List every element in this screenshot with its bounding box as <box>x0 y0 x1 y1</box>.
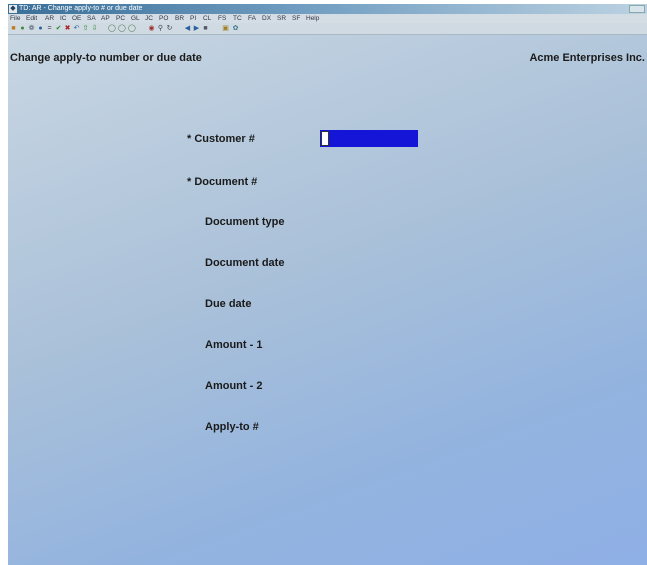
text-cursor <box>321 131 329 146</box>
menu-tc[interactable]: TC <box>233 14 242 23</box>
customer-label: * Customer # <box>187 133 255 145</box>
document-label: * Document # <box>187 176 258 188</box>
next-icon[interactable]: ▶ <box>193 25 200 32</box>
menu-dx[interactable]: DX <box>262 14 271 23</box>
refresh-icon[interactable]: ↻ <box>166 25 173 32</box>
screen-title: Change apply-to number or due date <box>10 52 202 64</box>
menu-cl[interactable]: CL <box>203 14 211 23</box>
menu-jc[interactable]: JC <box>145 14 153 23</box>
circle-icon[interactable]: ◯ <box>118 25 126 32</box>
down-icon[interactable]: ⇩ <box>91 25 98 32</box>
menu-br[interactable]: BR <box>175 14 184 23</box>
menu-fs[interactable]: FS <box>218 14 226 23</box>
menu-help[interactable]: Help <box>306 14 319 23</box>
menu-pc[interactable]: PC <box>116 14 125 23</box>
window-controls[interactable] <box>629 5 645 13</box>
up-icon[interactable]: ⇧ <box>82 25 89 32</box>
due-date-label: Due date <box>205 298 252 310</box>
form-area: Change apply-to number or due date Acme … <box>8 35 647 565</box>
settings-icon[interactable]: ❁ <box>28 25 35 32</box>
app-window: ◆ TD: AR - Change apply-to # or due date… <box>8 4 647 565</box>
menu-ap[interactable]: AP <box>101 14 110 23</box>
amount-1-label: Amount - 1 <box>205 339 263 351</box>
stop-icon[interactable]: ■ <box>202 25 209 32</box>
circle-icon[interactable]: ◯ <box>128 25 136 32</box>
menu-bar: File Edit AR IC OE SA AP PC GL JC PO BR … <box>8 14 647 23</box>
menu-oe[interactable]: OE <box>72 14 81 23</box>
menu-ic[interactable]: IC <box>60 14 67 23</box>
prev-icon[interactable]: ◀ <box>184 25 191 32</box>
customer-input[interactable] <box>320 130 418 147</box>
menu-sa[interactable]: SA <box>87 14 96 23</box>
circle-icon[interactable]: ◯ <box>108 25 116 32</box>
apply-to-label: Apply-to # <box>205 421 259 433</box>
toolbar: ■ ● ❁ ● = ✔ ✖ ↶ ⇧ ⇩ ◯ ◯ ◯ ◉ ⚲ ↻ ◀ ▶ ■ ▣ … <box>8 23 647 35</box>
company-name: Acme Enterprises Inc. <box>529 52 645 64</box>
help-icon[interactable]: ✿ <box>232 25 239 32</box>
binoculars-icon[interactable]: ◉ <box>148 25 155 32</box>
menu-ar[interactable]: AR <box>45 14 54 23</box>
menu-sf[interactable]: SF <box>292 14 300 23</box>
refresh-icon[interactable]: ● <box>19 25 26 32</box>
document-type-label: Document type <box>205 216 285 228</box>
menu-pi[interactable]: PI <box>190 14 196 23</box>
cancel-icon[interactable]: ✖ <box>64 25 71 32</box>
menu-sr[interactable]: SR <box>277 14 286 23</box>
amount-2-label: Amount - 2 <box>205 380 263 392</box>
menu-po[interactable]: PO <box>159 14 168 23</box>
zoom-icon[interactable]: ⚲ <box>157 25 164 32</box>
document-date-label: Document date <box>205 257 285 269</box>
window-title: TD: AR - Change apply-to # or due date <box>19 5 143 12</box>
menu-file[interactable]: File <box>10 14 20 23</box>
menu-gl[interactable]: GL <box>131 14 140 23</box>
equals-icon[interactable]: = <box>46 25 53 32</box>
menu-fa[interactable]: FA <box>248 14 256 23</box>
tools-icon[interactable]: ● <box>37 25 44 32</box>
app-icon: ◆ <box>9 5 17 13</box>
check-icon[interactable]: ✔ <box>55 25 62 32</box>
menu-edit[interactable]: Edit <box>26 14 37 23</box>
lock-icon[interactable]: ▣ <box>222 25 229 32</box>
title-bar: ◆ TD: AR - Change apply-to # or due date <box>8 4 647 14</box>
new-icon[interactable]: ■ <box>10 25 17 32</box>
undo-icon[interactable]: ↶ <box>73 25 80 32</box>
